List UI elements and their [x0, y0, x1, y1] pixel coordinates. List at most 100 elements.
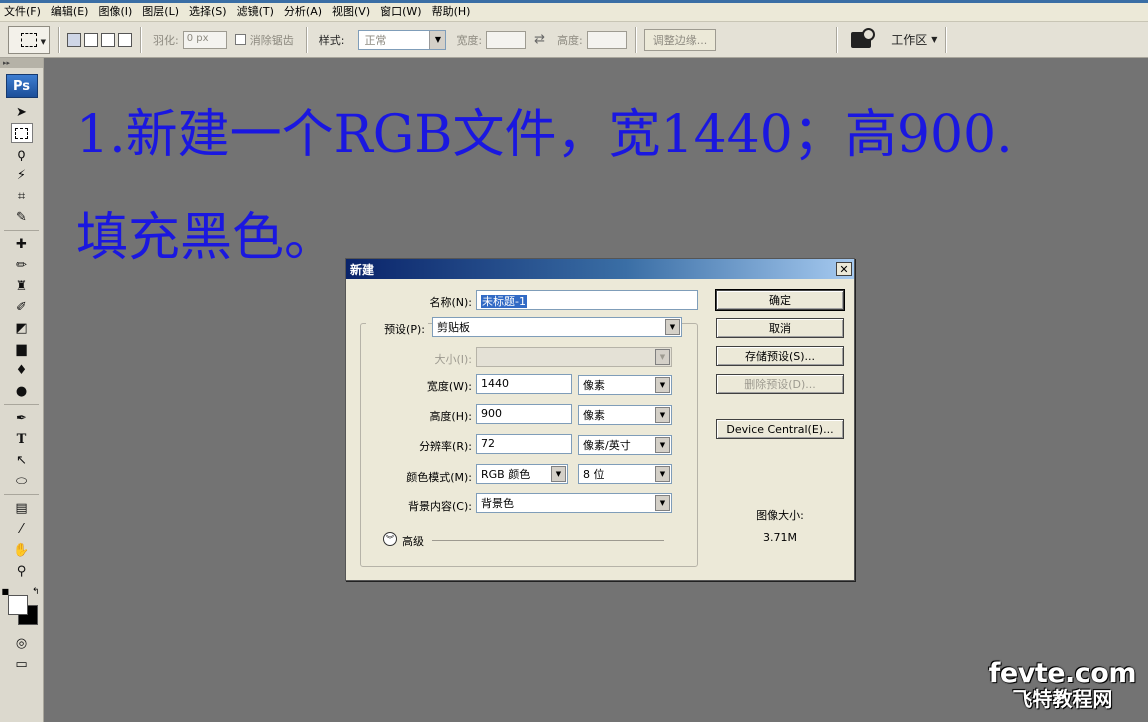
- zoom-tool-icon[interactable]: ⚲: [11, 561, 33, 581]
- quick-mask-icon[interactable]: ◎: [11, 633, 33, 653]
- chevron-down-icon: ▼: [665, 319, 680, 335]
- pen-tool-icon[interactable]: ✒: [11, 408, 33, 428]
- width-label: 宽度(W):: [426, 380, 472, 393]
- image-size-label: 图像大小:: [756, 509, 804, 522]
- name-input[interactable]: 未标题-1: [476, 290, 698, 310]
- divider: [4, 230, 39, 231]
- new-document-dialog: 新建 ✕ 名称(N): 未标题-1 预设(P): 剪贴板 ▼ 大小(I): ▼ …: [345, 258, 855, 581]
- background-contents-select[interactable]: 背景色 ▼: [476, 493, 672, 513]
- ok-button[interactable]: 确定: [715, 289, 845, 311]
- menu-filter[interactable]: 滤镜(T): [237, 0, 274, 23]
- path-select-icon[interactable]: ↖: [11, 450, 33, 470]
- screen-mode-icon[interactable]: ▭: [11, 654, 33, 674]
- eyedropper-icon[interactable]: ⁄: [11, 519, 33, 539]
- watermark-top: fevte.com: [988, 658, 1137, 689]
- antialias-checkbox[interactable]: [234, 34, 246, 45]
- menu-select[interactable]: 选择(S): [189, 0, 227, 23]
- hand-tool-icon[interactable]: ✋: [11, 540, 33, 560]
- shape-tool-icon[interactable]: ⬭: [11, 471, 33, 491]
- background-contents-value: 背景色: [481, 497, 514, 510]
- width-unit-select[interactable]: 像素 ▼: [578, 375, 672, 395]
- magic-wand-icon[interactable]: ⚡: [11, 165, 33, 185]
- feather-label: 羽化:: [153, 33, 179, 47]
- crop-tool-icon[interactable]: ⌗: [11, 186, 33, 206]
- menu-edit[interactable]: 编辑(E): [51, 0, 89, 23]
- marquee-icon: [21, 32, 37, 47]
- advanced-divider: [432, 540, 664, 541]
- delete-preset-button[interactable]: 删除预设(D)...: [716, 374, 844, 394]
- color-mode-select[interactable]: RGB 颜色 ▼: [476, 464, 568, 484]
- divider: [634, 26, 636, 53]
- menu-analysis[interactable]: 分析(A): [284, 0, 322, 23]
- eraser-tool-icon[interactable]: ◩: [11, 318, 33, 338]
- resolution-unit-select[interactable]: 像素/英寸 ▼: [578, 435, 672, 455]
- dodge-tool-icon[interactable]: ●: [11, 381, 33, 401]
- style-select[interactable]: 正常 ▼: [358, 29, 447, 50]
- color-mode-label: 颜色模式(M):: [406, 471, 472, 484]
- width-input[interactable]: 1440: [476, 374, 572, 394]
- divider: [4, 404, 39, 405]
- bit-depth-select[interactable]: 8 位 ▼: [578, 464, 672, 484]
- marquee-tool-icon[interactable]: [10, 123, 33, 143]
- notes-tool-icon[interactable]: ▤: [11, 498, 33, 518]
- ps-logo[interactable]: Ps: [5, 74, 38, 98]
- size-label: 大小(I):: [434, 353, 472, 366]
- workspace-label: 工作区: [891, 33, 928, 47]
- chevron-down-icon: ▼: [931, 35, 938, 44]
- save-preset-button[interactable]: 存储预设(S)...: [716, 346, 844, 366]
- menu-view[interactable]: 视图(V): [332, 0, 370, 23]
- cancel-button[interactable]: 取消: [716, 318, 844, 338]
- blur-tool-icon[interactable]: ♦: [11, 360, 33, 380]
- lasso-tool-icon[interactable]: ϙ: [11, 144, 33, 164]
- divider: [4, 494, 39, 495]
- name-label: 名称(N):: [429, 296, 472, 309]
- slice-tool-icon[interactable]: ✎: [11, 207, 33, 227]
- width-input[interactable]: [486, 30, 527, 49]
- menu-image[interactable]: 图像(I): [98, 0, 132, 23]
- foreground-color[interactable]: [7, 595, 28, 615]
- close-icon[interactable]: ✕: [836, 262, 852, 276]
- menu-help[interactable]: 帮助(H): [432, 0, 471, 23]
- menu-window[interactable]: 窗口(W): [380, 0, 421, 23]
- dialog-title-bar[interactable]: 新建 ✕: [346, 259, 854, 279]
- chevron-down-icon: ▼: [655, 466, 670, 482]
- height-input[interactable]: 900: [476, 404, 572, 424]
- size-select[interactable]: ▼: [476, 347, 672, 367]
- device-central-button[interactable]: Device Central(E)...: [716, 419, 844, 439]
- resolution-input[interactable]: 72: [476, 434, 572, 454]
- height-label: 高度:: [557, 33, 583, 47]
- background-contents-label: 背景内容(C):: [408, 500, 472, 513]
- swap-icon[interactable]: ⇄: [534, 32, 545, 47]
- advanced-label[interactable]: 高级: [402, 533, 424, 549]
- workspace-menu[interactable]: 工作区 ▼: [891, 31, 937, 48]
- toolbox-grip[interactable]: ▸▸: [0, 58, 43, 68]
- healing-brush-icon[interactable]: ✚: [11, 234, 33, 254]
- feather-input[interactable]: 0 px: [182, 30, 227, 49]
- divider: [140, 26, 141, 53]
- toolbox: ▸▸ Ps ➤ ϙ ⚡ ⌗ ✎ ✚ ✏ ♜ ✐ ◩ ▆ ♦ ● ✒ T ↖ ⬭ …: [0, 58, 44, 722]
- clone-stamp-icon[interactable]: ♜: [11, 276, 33, 296]
- swap-colors-icon[interactable]: ↰: [32, 587, 40, 597]
- height-unit-select[interactable]: 像素 ▼: [578, 405, 672, 425]
- height-label: 高度(H):: [429, 410, 472, 423]
- subtract-selection-icon[interactable]: [101, 32, 115, 47]
- preset-select[interactable]: 剪贴板 ▼: [432, 317, 682, 337]
- menu-layer[interactable]: 图层(L): [142, 0, 179, 23]
- image-size-value: 3.71M: [763, 531, 797, 544]
- move-tool-icon[interactable]: ➤: [11, 102, 33, 122]
- tool-preset-picker[interactable]: ▼: [8, 25, 50, 54]
- gradient-tool-icon[interactable]: ▆: [11, 339, 33, 359]
- brush-tool-icon[interactable]: ✏: [11, 255, 33, 275]
- add-selection-icon[interactable]: [84, 32, 98, 47]
- type-tool-icon[interactable]: T: [11, 429, 33, 449]
- expand-advanced-icon[interactable]: ︾: [383, 532, 397, 546]
- height-input[interactable]: [586, 30, 627, 49]
- options-bar: ▼ 羽化: 0 px 消除锯齿 样式: 正常 ▼ 宽度: ⇄ 高度: 调整边缘.…: [0, 22, 1148, 58]
- watermark-bottom: 飞特教程网: [1012, 687, 1113, 711]
- history-brush-icon[interactable]: ✐: [11, 297, 33, 317]
- menu-file[interactable]: 文件(F): [4, 0, 41, 23]
- new-selection-icon[interactable]: [67, 32, 81, 47]
- refine-edge-button[interactable]: 调整边缘...: [643, 28, 717, 51]
- bridge-icon[interactable]: [851, 27, 876, 48]
- intersect-selection-icon[interactable]: [118, 32, 132, 47]
